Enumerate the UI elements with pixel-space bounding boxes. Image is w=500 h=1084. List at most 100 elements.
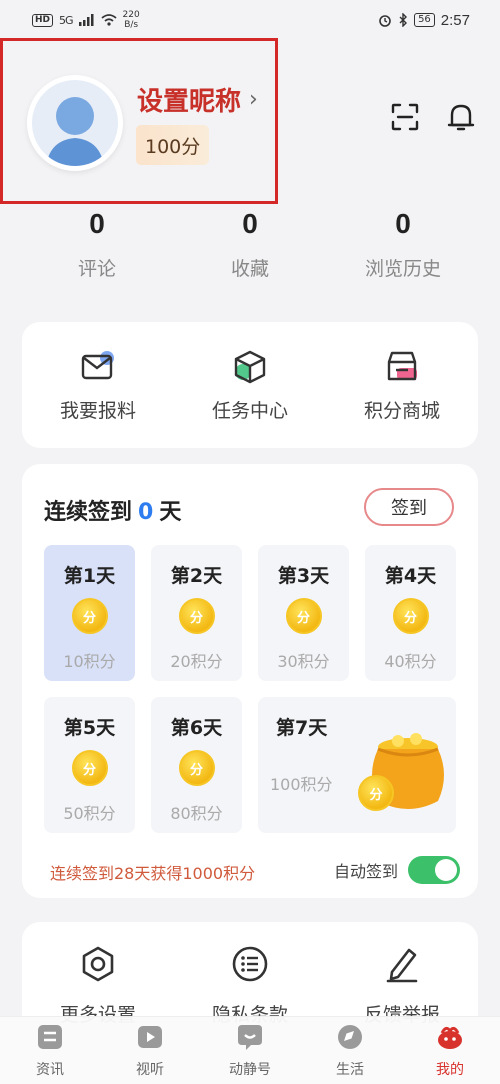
signin-day-4: 第4天 分 40积分 xyxy=(365,545,456,681)
quick-action-label: 我要报料 xyxy=(59,399,136,422)
signin-card: 连续签到 0 天 签到 第1天 分 10积分 第2天 分 20积分 第3天 分 30… xyxy=(22,464,478,898)
day-points: 100积分 xyxy=(270,775,333,794)
tab-mine[interactable]: 我的 xyxy=(400,1017,500,1084)
stat-label: 收藏 xyxy=(230,258,269,280)
notification-button[interactable] xyxy=(444,100,478,134)
quick-action-label: 任务中心 xyxy=(211,399,288,422)
tab-news[interactable]: 资讯 xyxy=(0,1017,100,1084)
battery-level: 56 xyxy=(414,13,435,27)
bluetooth-icon xyxy=(399,13,408,27)
stat-value: 0 xyxy=(89,208,105,239)
chevron-right-icon: › xyxy=(249,87,258,112)
box-icon xyxy=(231,348,269,386)
nickname-label: 设置昵称 xyxy=(137,87,242,117)
tab-label: 视听 xyxy=(136,1062,164,1078)
signin-day-1: 第1天 分 10积分 xyxy=(44,545,135,681)
coin-icon: 分 xyxy=(358,775,394,811)
tab-dongjing[interactable]: 动静号 xyxy=(200,1017,300,1084)
day-points: 40积分 xyxy=(384,652,437,671)
coin-icon: 分 xyxy=(71,750,108,786)
stat-label: 浏览历史 xyxy=(364,258,441,280)
status-bar: HD 5G 220 B/s 56 2:57 xyxy=(0,0,500,40)
gold-pot-icon: 分 xyxy=(356,725,448,817)
quick-action-report[interactable]: 我要报料 xyxy=(23,348,173,423)
stat-history[interactable]: 0 浏览历史 xyxy=(328,208,478,281)
signal-icon xyxy=(78,14,94,26)
signin-day-7: 第7天 100积分 分 xyxy=(258,697,456,833)
avatar[interactable] xyxy=(27,75,123,171)
tab-life[interactable]: 生活 xyxy=(300,1017,400,1084)
day-title: 第5天 xyxy=(63,717,116,739)
day-title: 第7天 xyxy=(276,717,328,739)
clock: 2:57 xyxy=(440,11,470,29)
tab-label: 资讯 xyxy=(36,1062,64,1078)
day-points: 50积分 xyxy=(63,804,116,823)
tab-label: 动静号 xyxy=(229,1062,271,1078)
coin-icon: 分 xyxy=(71,598,108,634)
stat-value: 0 xyxy=(395,208,411,239)
set-nickname-link[interactable]: 设置昵称 › xyxy=(137,81,258,118)
signin-bonus-text: 连续签到28天获得1000积分 xyxy=(50,864,256,883)
points-badge: 100分 xyxy=(136,125,210,165)
day-title: 第3天 xyxy=(277,565,330,587)
day-points: 10积分 xyxy=(63,652,116,671)
profile-header[interactable]: 设置昵称 › 100分 xyxy=(0,38,278,204)
auto-signin-row: 自动签到 xyxy=(334,856,460,884)
signin-title-suffix: 天 xyxy=(159,500,182,525)
signin-day-2: 第2天 分 20积分 xyxy=(151,545,242,681)
signin-title: 连续签到 0 天 xyxy=(44,494,181,526)
scan-button[interactable] xyxy=(388,100,422,134)
list-circle-icon xyxy=(230,944,270,984)
chat-icon xyxy=(238,1025,262,1050)
play-icon xyxy=(138,1026,162,1048)
day-title: 第2天 xyxy=(170,565,223,587)
day-points: 20积分 xyxy=(170,652,223,671)
auto-signin-toggle[interactable] xyxy=(408,856,460,884)
quick-action-shop[interactable]: 积分商城 xyxy=(327,348,477,423)
signin-day-5: 第5天 分 50积分 xyxy=(44,697,135,833)
quick-action-label: 积分商城 xyxy=(363,399,440,422)
quick-actions-card: 我要报料 任务中心 积分商城 xyxy=(22,322,478,448)
news-icon xyxy=(38,1025,62,1049)
coin-icon: 分 xyxy=(178,750,215,786)
coin-icon: 分 xyxy=(392,598,429,634)
wifi-icon xyxy=(100,14,117,26)
stat-label: 评论 xyxy=(77,258,116,280)
profile-icon xyxy=(438,1026,462,1049)
day-title: 第4天 xyxy=(384,565,437,587)
day-points: 30积分 xyxy=(277,652,330,671)
stats-row: 0 评论 0 收藏 0 浏览历史 xyxy=(22,208,478,281)
day-title: 第1天 xyxy=(63,565,116,587)
day-points: 80积分 xyxy=(170,804,223,823)
signin-days-count: 0 xyxy=(138,500,154,525)
bottom-tab-bar: 资讯 视听 动静号 生活 我的 xyxy=(0,1016,500,1084)
stat-comments[interactable]: 0 评论 xyxy=(22,208,172,281)
stat-value: 0 xyxy=(242,208,258,239)
default-avatar-icon xyxy=(46,97,104,166)
mail-icon xyxy=(79,348,117,386)
stat-favorites[interactable]: 0 收藏 xyxy=(175,208,325,281)
hexagon-settings-icon xyxy=(78,944,118,984)
network-speed: 220 B/s xyxy=(123,10,140,30)
signin-title-prefix: 连续签到 xyxy=(44,500,133,525)
quick-action-tasks[interactable]: 任务中心 xyxy=(175,348,325,423)
day-title: 第6天 xyxy=(170,717,223,739)
bell-icon xyxy=(447,104,475,131)
compass-icon xyxy=(338,1025,362,1049)
pen-icon xyxy=(382,944,422,984)
speed-unit: B/s xyxy=(124,20,139,30)
speed-value: 220 xyxy=(122,10,140,20)
signin-day-6: 第6天 分 80积分 xyxy=(151,697,242,833)
tab-label: 我的 xyxy=(436,1062,464,1078)
tab-label: 生活 xyxy=(336,1062,364,1078)
tab-media[interactable]: 视听 xyxy=(100,1017,200,1084)
coin-icon: 分 xyxy=(285,598,322,634)
coin-icon: 分 xyxy=(178,598,215,634)
network-label: 5G xyxy=(59,13,73,27)
hd-indicator: HD xyxy=(32,13,54,27)
signin-button[interactable]: 签到 xyxy=(364,488,454,526)
signin-day-3: 第3天 分 30积分 xyxy=(258,545,349,681)
auto-signin-label: 自动签到 xyxy=(333,862,398,881)
shop-icon xyxy=(383,348,421,386)
scan-icon xyxy=(391,103,419,131)
